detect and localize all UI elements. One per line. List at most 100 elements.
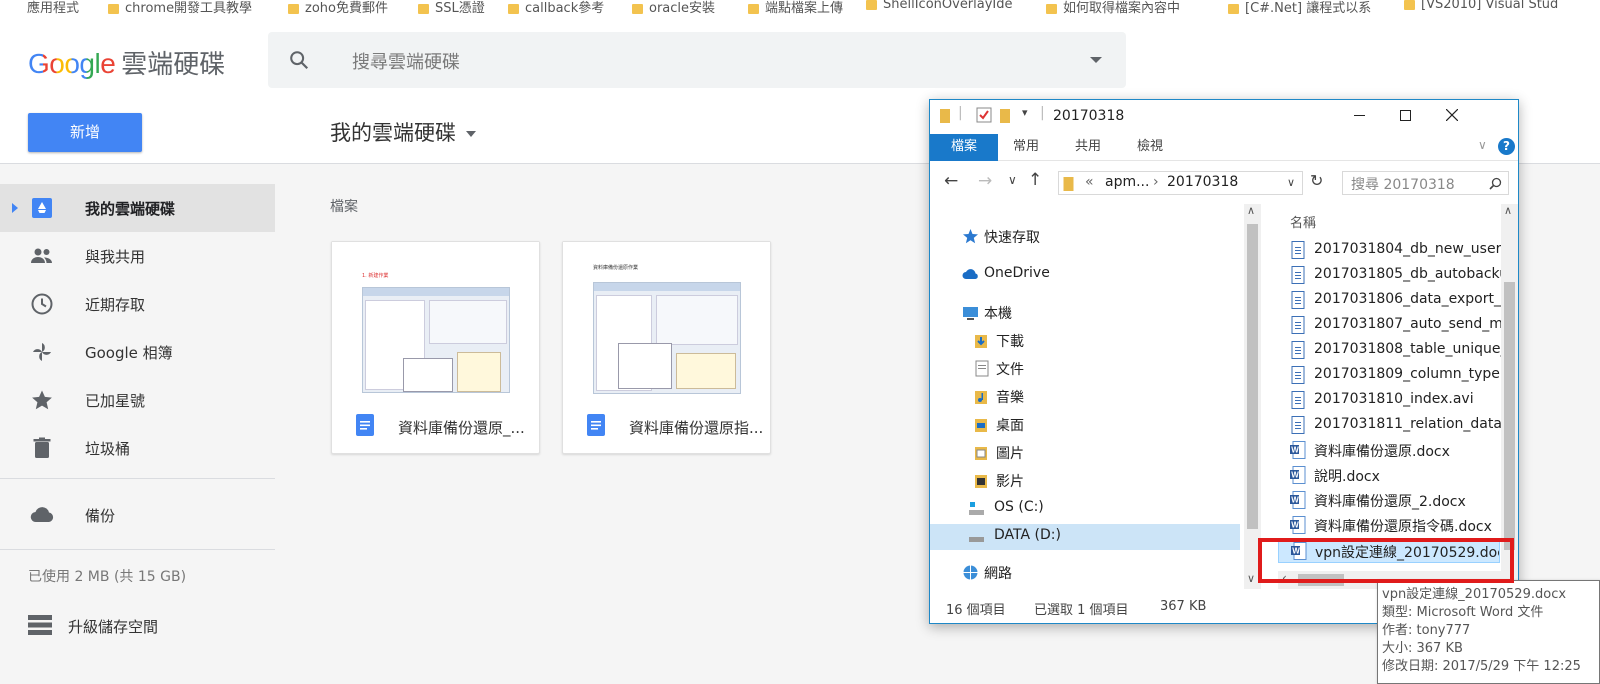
up-arrow-icon[interactable]: ↑ bbox=[1028, 170, 1042, 190]
new-button[interactable]: 新增 bbox=[28, 113, 142, 152]
explorer-address-row: ← → ∨ ↑ « apm... › 20170318 ∨ ↻ 搜尋 20170… bbox=[930, 166, 1518, 200]
search-input[interactable]: 搜尋雲端硬碟 bbox=[352, 48, 460, 74]
address-overflow[interactable]: « bbox=[1085, 174, 1094, 190]
maximize-button[interactable] bbox=[1382, 100, 1428, 130]
address-dropdown-icon[interactable]: ∨ bbox=[1287, 176, 1295, 189]
bookmark-folder[interactable]: zoho免費郵件 bbox=[288, 0, 388, 16]
file-list-item[interactable]: 2017031805_db_autobacku bbox=[1278, 263, 1508, 288]
pinwheel-icon bbox=[33, 343, 51, 361]
explorer-search-input[interactable]: 搜尋 20170318 bbox=[1342, 171, 1509, 195]
scroll-up-icon[interactable]: ∧ bbox=[1247, 204, 1255, 217]
sidebar-item-shared[interactable]: 與我共用 bbox=[0, 232, 275, 280]
file-card[interactable]: 資料庫備份還原作業 資料庫備份還原指... bbox=[562, 241, 771, 454]
file-card[interactable]: 1. 新建作業 資料庫備份還原_... bbox=[331, 241, 540, 454]
navigation-pane-scrollbar[interactable]: ∧ ∨ bbox=[1244, 204, 1261, 589]
close-button[interactable] bbox=[1428, 100, 1474, 130]
forward-arrow-icon[interactable]: → bbox=[978, 171, 992, 191]
tab-file[interactable]: 檔案 bbox=[930, 134, 998, 161]
bookmark-apps[interactable]: 應用程式 bbox=[10, 0, 79, 16]
explorer-title-bar[interactable]: | ▾ | 20170318 bbox=[930, 100, 1518, 130]
scrollbar-thumb[interactable] bbox=[1247, 224, 1258, 529]
title-separator: | bbox=[1040, 105, 1045, 121]
music-folder-icon bbox=[975, 391, 987, 404]
sidebar-item-my-drive[interactable]: 我的雲端硬碟 bbox=[0, 184, 275, 232]
recent-locations-dropdown-icon[interactable]: ∨ bbox=[1008, 173, 1017, 187]
properties-check-icon[interactable] bbox=[976, 107, 992, 123]
file-list-item[interactable]: 2017031810_index.avi bbox=[1278, 388, 1508, 413]
nav-item-label: OneDrive bbox=[984, 265, 1050, 281]
bookmark-folder[interactable]: chrome開發工具教學 bbox=[108, 0, 252, 16]
file-list-item[interactable]: W 資料庫備份還原.docx bbox=[1278, 438, 1508, 463]
search-bar[interactable]: 搜尋雲端硬碟 bbox=[268, 32, 1126, 88]
sidebar-item-trash[interactable]: 垃圾桶 bbox=[0, 424, 275, 472]
help-icon[interactable]: ? bbox=[1498, 138, 1515, 155]
file-list-item[interactable]: 2017031807_auto_send_ma bbox=[1278, 313, 1508, 338]
bookmark-folder[interactable]: ShellIconOverlayIde bbox=[866, 0, 1013, 12]
scrollbar-thumb[interactable] bbox=[1504, 282, 1515, 550]
tab-home[interactable]: 常用 bbox=[1013, 134, 1039, 161]
file-list-item[interactable]: 2017031808_table_unique_ bbox=[1278, 338, 1508, 363]
address-segment[interactable]: 20170318 bbox=[1167, 174, 1238, 190]
file-name: 資料庫備份還原_... bbox=[398, 419, 525, 437]
nav-item-label: 音樂 bbox=[996, 390, 1024, 406]
google-drive-logo[interactable]: Google 雲端硬碟 bbox=[28, 44, 225, 81]
file-list-item[interactable]: 2017031806_data_export_ir bbox=[1278, 288, 1508, 313]
tab-share[interactable]: 共用 bbox=[1075, 134, 1101, 161]
file-list-item[interactable]: 2017031804_db_new_user.a bbox=[1278, 238, 1508, 263]
expand-arrow-icon[interactable] bbox=[12, 203, 18, 213]
title-separator: | bbox=[958, 105, 963, 121]
sidebar-item-google-photos[interactable]: Google 相簿 bbox=[0, 328, 275, 376]
file-list-item[interactable]: 2017031809_column_type.a bbox=[1278, 363, 1508, 388]
nav-item-label: 本機 bbox=[984, 306, 1012, 322]
word-document-icon: W bbox=[1290, 441, 1306, 459]
files-section-heading: 檔案 bbox=[330, 199, 358, 215]
file-list-item[interactable]: 2017031811_relation_data_ bbox=[1278, 413, 1508, 438]
nav-item-drive-d[interactable]: DATA (D:) bbox=[930, 524, 1240, 550]
new-folder-icon[interactable] bbox=[1000, 107, 1012, 123]
ribbon-expand-icon[interactable]: ∨ bbox=[1478, 138, 1487, 152]
bookmark-label: zoho免費郵件 bbox=[305, 1, 388, 16]
sidebar-item-label: 我的雲端硬碟 bbox=[85, 200, 176, 218]
chevron-down-icon bbox=[466, 131, 476, 137]
word-document-icon: W bbox=[1290, 466, 1306, 484]
address-segment[interactable]: apm... bbox=[1105, 174, 1149, 190]
back-arrow-icon[interactable]: ← bbox=[944, 171, 958, 191]
explorer-file-list: 名稱 2017031804_db_new_user.a 2017031805_db… bbox=[1278, 204, 1518, 589]
nav-item-label: 快速存取 bbox=[984, 230, 1040, 246]
refresh-icon[interactable]: ↻ bbox=[1310, 171, 1323, 190]
file-list-item[interactable]: W 說明.docx bbox=[1278, 463, 1508, 488]
drive-sidebar: 我的雲端硬碟 與我共用 近期存取 Google 相簿 已加星號 垃圾桶 備份 bbox=[0, 164, 275, 684]
bookmark-label: 如何取得檔案內容中 bbox=[1063, 1, 1181, 16]
bookmark-folder[interactable]: oracle安裝 bbox=[632, 0, 715, 16]
tab-view[interactable]: 檢視 bbox=[1137, 134, 1163, 161]
bookmark-folder[interactable]: 端點檔案上傳 bbox=[748, 0, 843, 16]
bookmark-folder[interactable]: [C#.Net] 讓程式以系 bbox=[1228, 0, 1371, 16]
file-list-item[interactable]: W 資料庫備份還原_2.docx bbox=[1278, 488, 1508, 513]
search-options-dropdown-icon[interactable] bbox=[1090, 57, 1102, 63]
thumbnail-screenshot bbox=[362, 287, 510, 393]
file-list-item-name: 2017031804_db_new_user.a bbox=[1314, 241, 1508, 257]
address-bar[interactable]: « apm... › 20170318 ∨ bbox=[1058, 171, 1303, 195]
quick-access-dropdown-icon[interactable]: ▾ bbox=[1022, 106, 1028, 119]
search-icon[interactable] bbox=[1489, 177, 1502, 190]
word-document-icon: W bbox=[1290, 491, 1306, 509]
location-title-label: 我的雲端硬碟 bbox=[330, 121, 456, 145]
sidebar-item-backup[interactable]: 備份 bbox=[0, 491, 275, 539]
file-list-item-name: 資料庫備份還原指令碼.docx bbox=[1314, 519, 1492, 535]
sidebar-item-starred[interactable]: 已加星號 bbox=[0, 376, 275, 424]
sidebar-item-recent[interactable]: 近期存取 bbox=[0, 280, 275, 328]
column-header-name[interactable]: 名稱 bbox=[1290, 212, 1316, 231]
bookmark-folder[interactable]: [VS2010] Visual Stud bbox=[1404, 0, 1558, 12]
search-icon[interactable] bbox=[288, 49, 310, 71]
close-icon bbox=[1446, 109, 1458, 121]
bookmark-folder[interactable]: SSL憑證 bbox=[418, 0, 485, 16]
location-title[interactable]: 我的雲端硬碟 bbox=[330, 117, 476, 147]
scroll-down-icon[interactable]: ∨ bbox=[1247, 572, 1255, 585]
file-list-scrollbar[interactable]: ∧ bbox=[1501, 204, 1518, 589]
bookmark-folder[interactable]: 如何取得檔案內容中 bbox=[1046, 0, 1180, 16]
status-item-count: 16 個項目 bbox=[946, 603, 1006, 618]
file-list-item[interactable]: W 資料庫備份還原指令碼.docx bbox=[1278, 513, 1508, 538]
minimize-button[interactable] bbox=[1336, 100, 1382, 130]
bookmark-folder[interactable]: callback參考 bbox=[508, 0, 604, 16]
scroll-up-icon[interactable]: ∧ bbox=[1504, 204, 1512, 217]
